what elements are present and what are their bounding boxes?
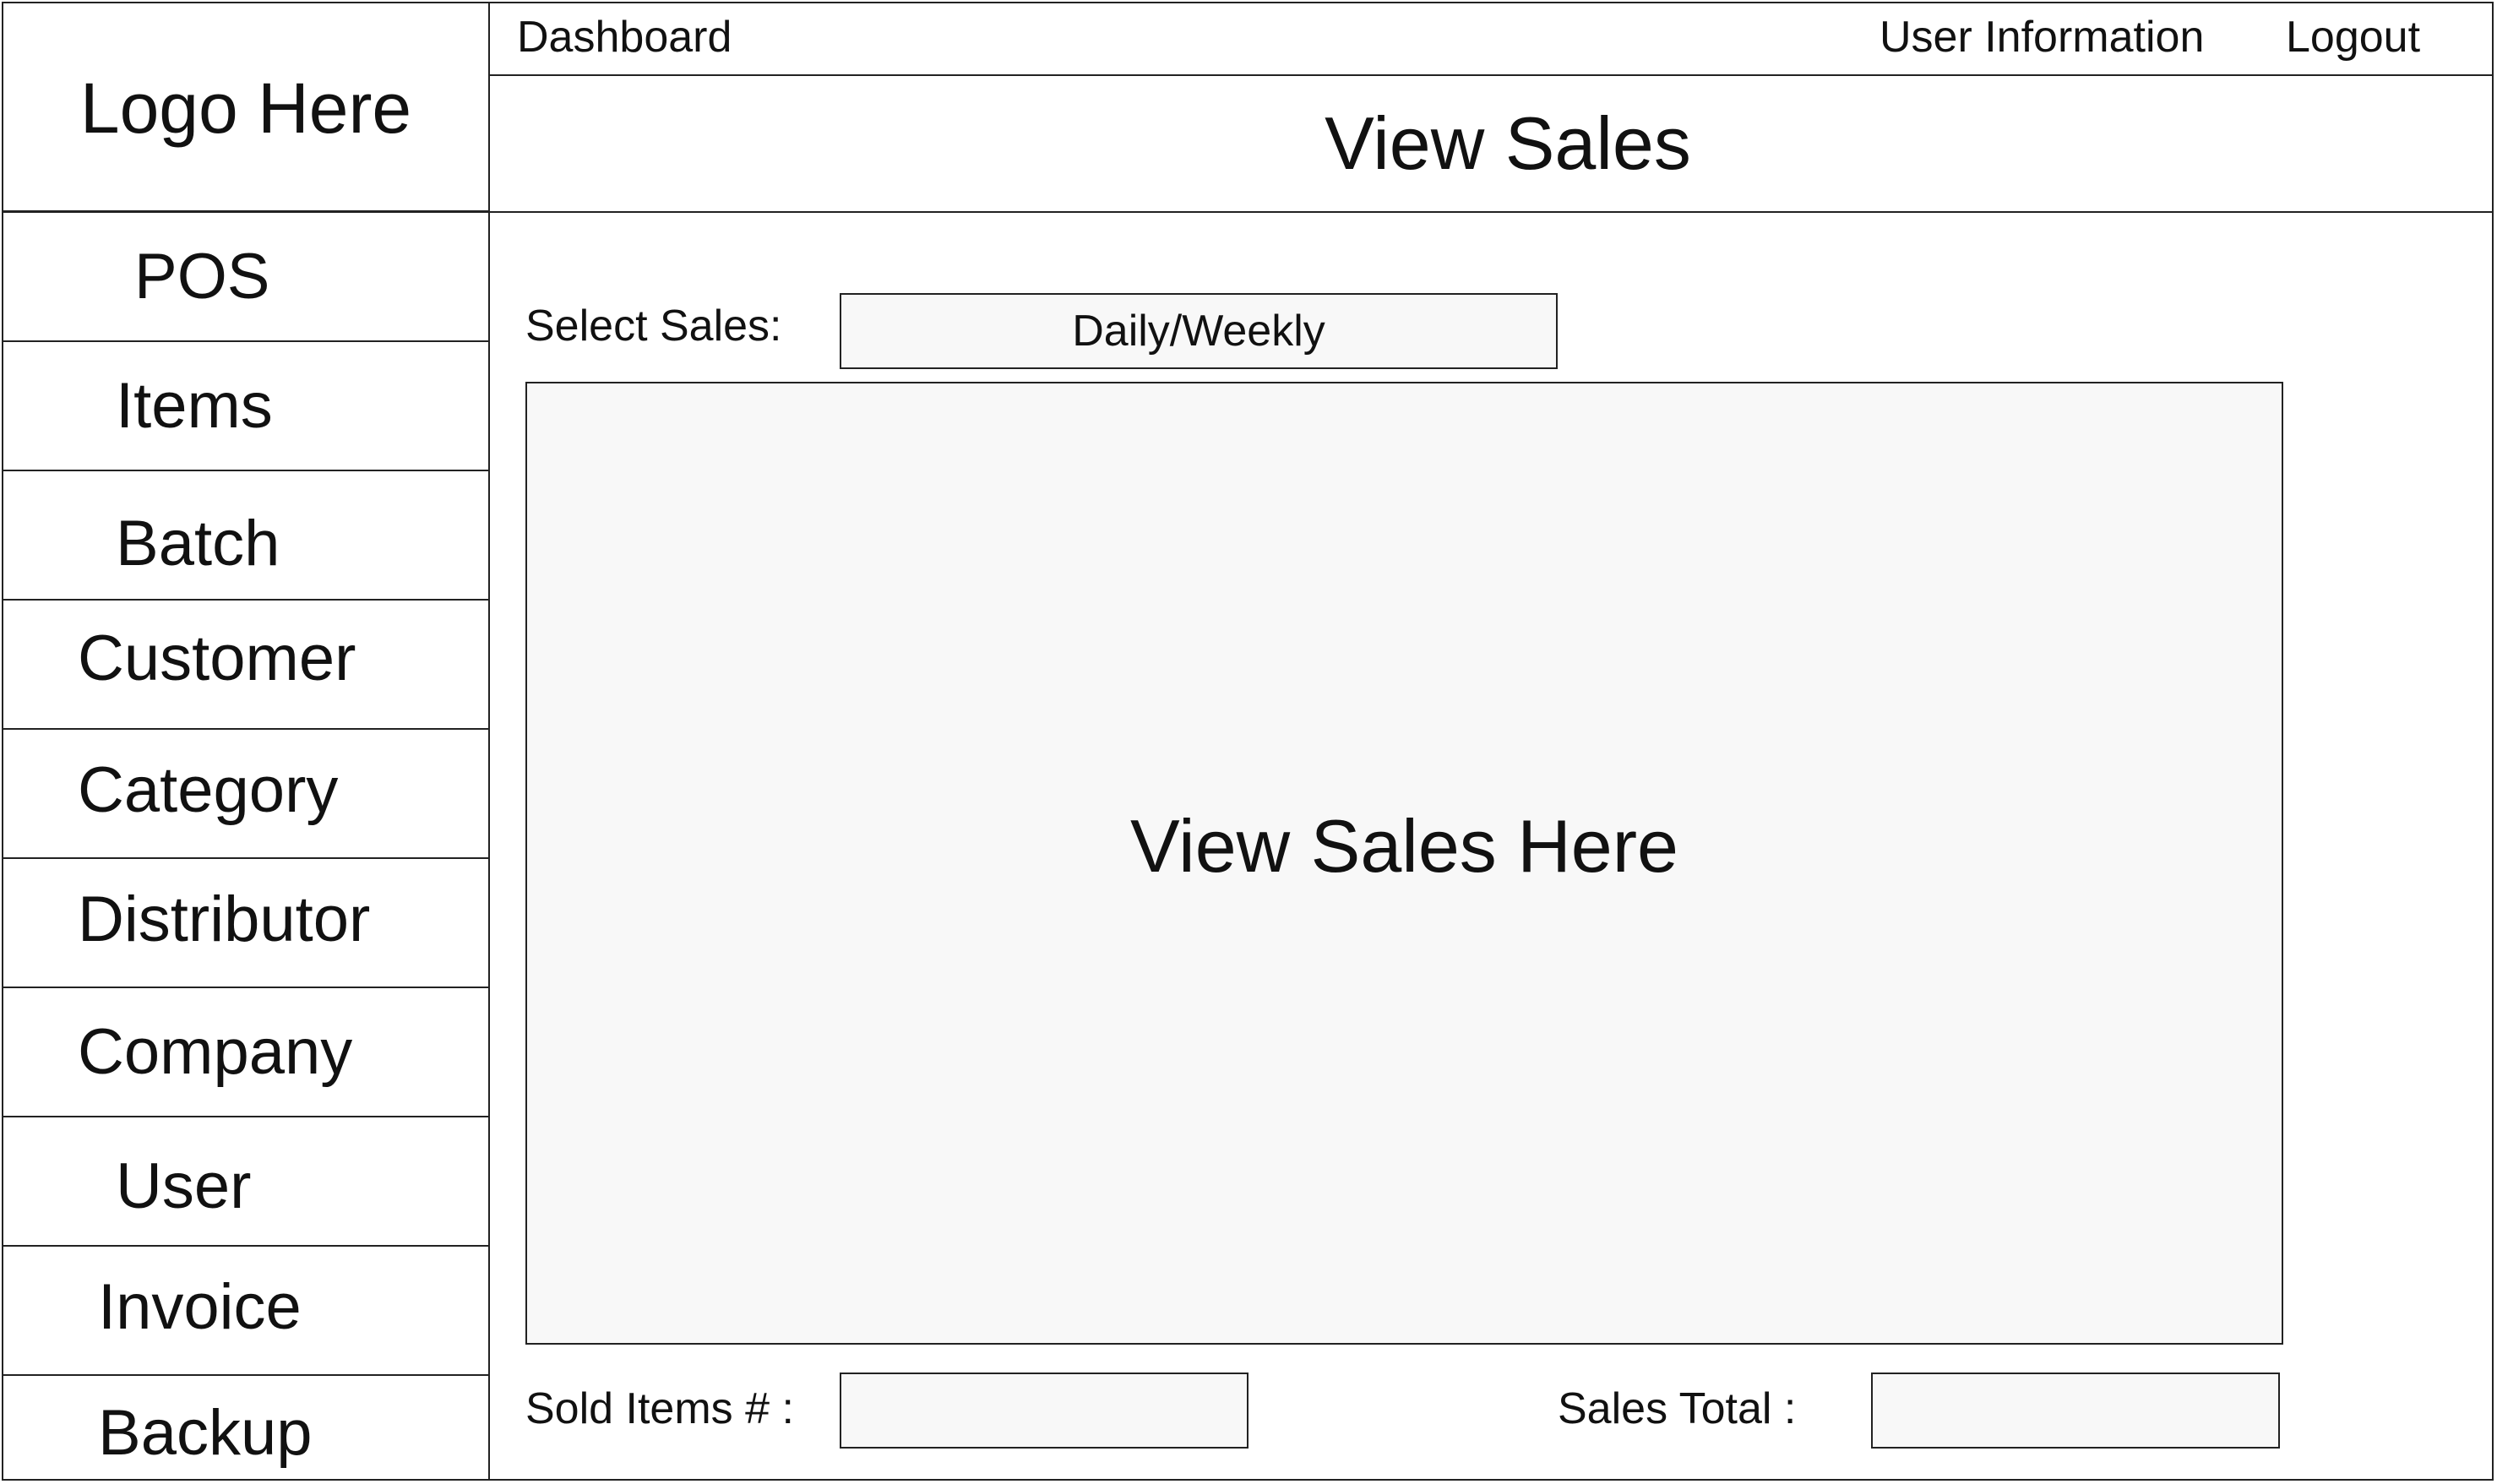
sidebar-item-label: Batch xyxy=(116,508,280,579)
sidebar-item-category[interactable]: Category xyxy=(3,730,488,859)
sidebar: Logo Here POS Items Batch Customer Categ… xyxy=(3,3,490,1479)
sidebar-item-label: Company xyxy=(78,1016,353,1088)
sidebar-item-customer[interactable]: Customer xyxy=(3,601,488,730)
sidebar-item-label: POS xyxy=(134,241,270,313)
sidebar-item-backup[interactable]: Backup xyxy=(3,1376,488,1481)
logo-placeholder: Logo Here xyxy=(79,68,412,148)
sales-period-select[interactable]: Daily/Weekly xyxy=(840,293,1558,369)
sales-total-field[interactable] xyxy=(1871,1373,2280,1449)
sidebar-item-user[interactable]: User xyxy=(3,1117,488,1247)
sidebar-item-label: User xyxy=(116,1150,252,1222)
page-title: View Sales xyxy=(1325,101,1691,185)
sidebar-item-distributor[interactable]: Distributor xyxy=(3,859,488,988)
user-information-link[interactable]: User Information xyxy=(1880,12,2204,63)
sidebar-item-company[interactable]: Company xyxy=(3,988,488,1117)
sidebar-item-invoice[interactable]: Invoice xyxy=(3,1247,488,1376)
sold-items-field[interactable] xyxy=(840,1373,1248,1449)
sales-view-placeholder: View Sales Here xyxy=(1130,804,1678,888)
sidebar-nav: POS Items Batch Customer Category Distri… xyxy=(3,213,488,1481)
dashboard-link[interactable]: Dashboard xyxy=(517,12,732,63)
sales-period-value: Daily/Weekly xyxy=(1072,307,1325,356)
sidebar-item-label: Items xyxy=(116,370,273,442)
sidebar-item-label: Invoice xyxy=(98,1271,302,1343)
sales-view-panel: View Sales Here xyxy=(525,382,2283,1345)
sidebar-item-label: Category xyxy=(78,754,339,826)
sold-items-label: Sold Items # : xyxy=(525,1384,794,1433)
select-sales-label: Select Sales: xyxy=(525,302,782,351)
sales-total-label: Sales Total : xyxy=(1558,1384,1797,1433)
sidebar-item-pos[interactable]: POS xyxy=(3,213,488,342)
sidebar-item-batch[interactable]: Batch xyxy=(3,471,488,601)
logo-area: Logo Here xyxy=(3,3,488,213)
sidebar-item-label: Backup xyxy=(98,1396,313,1469)
sidebar-item-label: Customer xyxy=(78,622,356,694)
title-bar: View Sales xyxy=(490,76,2492,213)
sidebar-item-label: Distributor xyxy=(78,883,371,955)
sidebar-item-items[interactable]: Items xyxy=(3,342,488,471)
top-nav-bar: Dashboard User Information Logout xyxy=(490,3,2492,76)
logout-link[interactable]: Logout xyxy=(2286,12,2420,63)
